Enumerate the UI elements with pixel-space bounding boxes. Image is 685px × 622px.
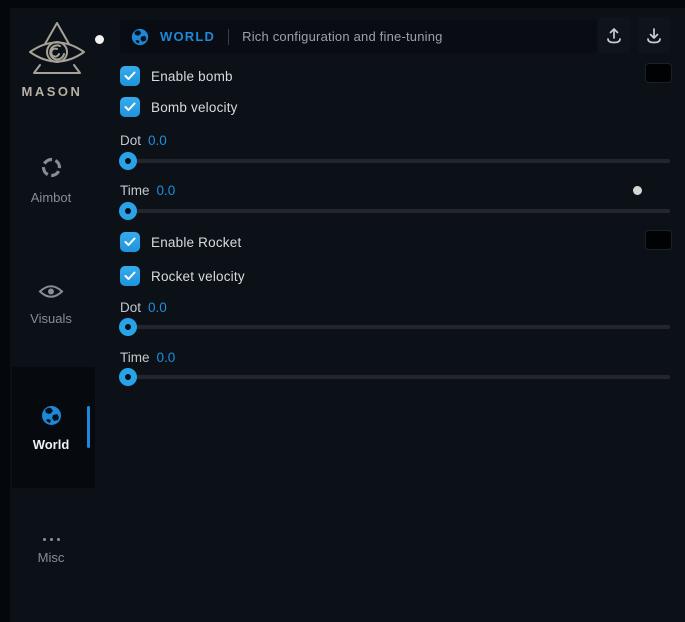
- toggle-label: Enable bomb: [151, 69, 233, 84]
- upload-icon: [605, 26, 623, 45]
- slider-label-rocket-time: Time 0.0: [120, 350, 175, 365]
- sidebar-item-visuals[interactable]: Visuals: [9, 283, 93, 326]
- checkbox-checked-icon[interactable]: [120, 266, 140, 286]
- slider-name: Dot: [120, 300, 141, 315]
- rocket-color-swatch[interactable]: [645, 230, 672, 250]
- sidebar-item-label: Aimbot: [9, 190, 93, 205]
- sidebar-item-world[interactable]: World: [9, 405, 93, 452]
- page-header: WORLD Rich configuration and fine-tuning: [120, 20, 597, 53]
- sidebar-item-label: Misc: [9, 550, 93, 565]
- toggle-label: Rocket velocity: [151, 269, 245, 284]
- slider-label-rocket-dot: Dot 0.0: [120, 300, 167, 315]
- crosshair-icon: [40, 156, 63, 179]
- sidebar-item-label: World: [9, 437, 93, 452]
- checkbox-checked-icon[interactable]: [120, 66, 140, 86]
- globe-icon: [41, 405, 62, 426]
- slider-thumb-rocket-time[interactable]: [119, 368, 137, 386]
- upload-config-button[interactable]: [598, 17, 630, 53]
- slider-name: Time: [120, 350, 150, 365]
- slider-value: 0.0: [157, 350, 176, 365]
- eye-icon: [38, 283, 64, 300]
- toggle-label: Enable Rocket: [151, 235, 241, 250]
- checkbox-checked-icon[interactable]: [120, 232, 140, 252]
- active-tab-indicator: [87, 406, 90, 448]
- app-window: MASON Aimbot Visuals World Misc: [0, 0, 685, 622]
- ellipsis-icon: [9, 534, 93, 544]
- toggle-rocket-velocity[interactable]: Rocket velocity: [120, 266, 245, 286]
- eye-triangle-logo-icon: [22, 20, 92, 82]
- slider-name: Dot: [120, 133, 141, 148]
- slider-label-bomb-time: Time 0.0: [120, 183, 175, 198]
- download-icon: [645, 26, 663, 45]
- globe-icon: [131, 28, 149, 46]
- slider-value: 0.0: [148, 300, 167, 315]
- slider-thumb-bomb-time[interactable]: [119, 202, 137, 220]
- page-title: WORLD: [160, 29, 215, 44]
- sidebar-item-label: Visuals: [9, 311, 93, 326]
- brand-name: MASON: [12, 84, 92, 99]
- slider-label-bomb-dot: Dot 0.0: [120, 133, 167, 148]
- mason-logo: [22, 20, 94, 87]
- slider-thumb-rocket-dot[interactable]: [119, 318, 137, 336]
- slider-track-rocket-time[interactable]: [120, 375, 670, 379]
- slider-name: Time: [120, 183, 150, 198]
- slider-track-rocket-dot[interactable]: [120, 325, 670, 329]
- toggle-enable-bomb[interactable]: Enable bomb: [120, 66, 233, 86]
- toggle-enable-rocket[interactable]: Enable Rocket: [120, 232, 241, 252]
- slider-value: 0.0: [148, 133, 167, 148]
- white-dot-indicator: [95, 35, 104, 44]
- white-dot-indicator: [633, 186, 642, 195]
- toggle-bomb-velocity[interactable]: Bomb velocity: [120, 97, 238, 117]
- toggle-label: Bomb velocity: [151, 100, 238, 115]
- main-panel: [10, 8, 685, 622]
- page-subtitle: Rich configuration and fine-tuning: [242, 29, 442, 44]
- sidebar-item-misc[interactable]: Misc: [9, 534, 93, 565]
- slider-value: 0.0: [157, 183, 176, 198]
- bomb-color-swatch[interactable]: [645, 63, 672, 83]
- slider-thumb-bomb-dot[interactable]: [119, 152, 137, 170]
- slider-track-bomb-time[interactable]: [120, 209, 670, 213]
- divider: [228, 29, 229, 45]
- checkbox-checked-icon[interactable]: [120, 97, 140, 117]
- sidebar-item-aimbot[interactable]: Aimbot: [9, 156, 93, 205]
- slider-track-bomb-dot[interactable]: [120, 159, 670, 163]
- download-config-button[interactable]: [638, 17, 670, 53]
